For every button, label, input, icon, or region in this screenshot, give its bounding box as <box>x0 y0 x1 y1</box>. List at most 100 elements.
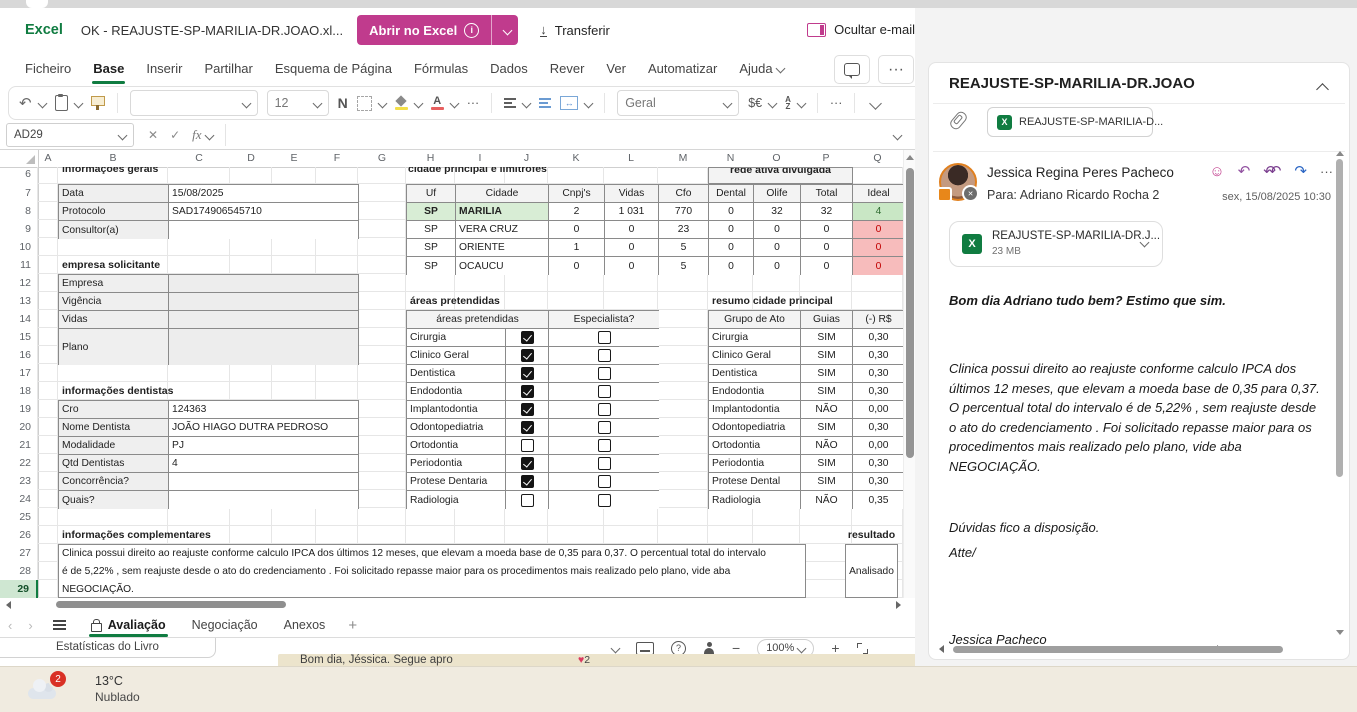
row-header-20[interactable]: 20 <box>0 418 38 436</box>
resumo-guias-cell[interactable]: NÃO <box>801 491 853 509</box>
column-header-I[interactable]: I <box>455 150 505 167</box>
label-cell[interactable]: Consultor(a) <box>59 221 169 239</box>
resumo-valor-cell[interactable]: 0,00 <box>853 437 903 455</box>
bold-button[interactable]: N <box>338 95 348 111</box>
comments-button[interactable] <box>834 55 870 84</box>
chevron-down-icon[interactable] <box>611 643 621 653</box>
area-name-cell[interactable]: Periodontia <box>407 455 506 473</box>
specialist-checkbox-cell[interactable] <box>549 473 659 491</box>
row-header-9[interactable]: 9 <box>0 220 38 238</box>
label-cell[interactable]: Cro <box>59 401 169 419</box>
resumo-guias-cell[interactable]: NÃO <box>801 437 853 455</box>
area-checkbox-cell[interactable] <box>506 347 549 365</box>
scroll-up-icon[interactable] <box>1336 151 1344 156</box>
column-header-N[interactable]: N <box>708 150 753 167</box>
label-cell[interactable]: Vidas <box>59 311 169 329</box>
checkbox-checked[interactable] <box>521 331 534 344</box>
checkbox-unchecked[interactable] <box>521 494 534 507</box>
specialist-checkbox-cell[interactable] <box>549 401 659 419</box>
value-cell[interactable] <box>169 473 358 491</box>
resumo-name-cell[interactable]: Cirurgia <box>709 329 801 347</box>
checkbox-checked[interactable] <box>521 475 534 488</box>
column-header-G[interactable]: G <box>358 150 406 167</box>
value-cell[interactable] <box>169 275 358 293</box>
column-header-E[interactable]: E <box>272 150 316 167</box>
areas-header[interactable]: áreas pretendidas <box>407 311 549 329</box>
scroll-left-icon[interactable] <box>6 601 11 609</box>
cidades-cell[interactable]: SP <box>407 239 456 257</box>
cidades-cell[interactable]: ORIENTE <box>456 239 549 257</box>
add-sheet-button[interactable]: + <box>338 617 367 634</box>
column-header-P[interactable]: P <box>800 150 852 167</box>
row-header-6[interactable]: 6 <box>0 167 38 184</box>
checkbox-unchecked[interactable] <box>598 475 611 488</box>
row-header-28[interactable]: 28 <box>0 562 38 580</box>
reply-icon[interactable]: ↶ <box>1238 162 1251 180</box>
currency-format-button[interactable]: $€ <box>748 96 776 110</box>
weather-temperature[interactable]: 13°C <box>95 674 123 688</box>
resumo-guias-cell[interactable]: SIM <box>801 383 853 401</box>
row-header-16[interactable]: 16 <box>0 346 38 364</box>
cidades-cell[interactable]: SP <box>407 257 456 275</box>
column-header-A[interactable]: A <box>38 150 58 167</box>
resumo-valor-cell[interactable]: 0,35 <box>853 491 903 509</box>
scroll-left-icon[interactable] <box>939 645 944 653</box>
label-cell[interactable]: Nome Dentista <box>59 419 169 437</box>
resumo-name-cell[interactable]: Ortodontia <box>709 437 801 455</box>
column-header-C[interactable]: C <box>168 150 230 167</box>
value-cell[interactable] <box>169 293 358 311</box>
insert-function-button[interactable]: fx <box>192 127 212 143</box>
areas-header[interactable]: Especialista? <box>549 311 659 329</box>
resumo-guias-cell[interactable]: SIM <box>801 455 853 473</box>
row-header-18[interactable]: 18 <box>0 382 38 400</box>
email-hscroll-thumb[interactable] <box>953 646 1283 653</box>
font-color-button[interactable]: A <box>431 96 458 111</box>
cidades-header[interactable]: Dental <box>709 185 754 203</box>
accessibility-icon[interactable] <box>703 642 715 655</box>
column-header-F[interactable]: F <box>316 150 358 167</box>
fullscreen-icon[interactable] <box>857 643 868 654</box>
resumo-name-cell[interactable]: Dentistica <box>709 365 801 383</box>
resumo-guias-cell[interactable]: NÃO <box>801 401 853 419</box>
column-header-B[interactable]: B <box>58 150 168 167</box>
area-name-cell[interactable]: Endodontia <box>407 383 506 401</box>
hide-email-button[interactable]: Ocultar e-mail <box>807 22 915 37</box>
background-message-strip[interactable]: Bom dia, Jéssica. Segue apro ♥2 <box>278 654 935 666</box>
cidades-cell[interactable]: 0 <box>709 257 754 275</box>
ribbon-tab-esquema-de-página[interactable]: Esquema de Página <box>264 54 403 83</box>
ribbon-tab-ver[interactable]: Ver <box>595 54 637 83</box>
resumo-name-cell[interactable]: Endodontia <box>709 383 801 401</box>
all-sheets-icon[interactable] <box>53 620 66 630</box>
column-header-Q[interactable]: Q <box>852 150 903 167</box>
specialist-checkbox-cell[interactable] <box>549 365 659 383</box>
cidades-cell[interactable]: 1 <box>549 239 605 257</box>
formula-input[interactable] <box>225 124 890 146</box>
wrap-text-button[interactable] <box>539 98 551 107</box>
resumo-valor-cell[interactable]: 0,30 <box>853 347 903 365</box>
cidades-cell[interactable]: 23 <box>659 221 709 239</box>
label-cell[interactable]: Modalidade <box>59 437 169 455</box>
value-cell[interactable] <box>169 491 358 509</box>
reply-all-icon[interactable]: ↶↶ <box>1263 162 1274 180</box>
font-more-button[interactable]: ··· <box>467 96 480 110</box>
label-cell[interactable]: Quais? <box>59 491 169 509</box>
column-header-M[interactable]: M <box>658 150 708 167</box>
area-name-cell[interactable]: Implantodontia <box>407 401 506 419</box>
cidades-cell[interactable]: 4 <box>853 203 903 221</box>
font-name-select[interactable] <box>130 90 258 116</box>
download-button[interactable]: ↓ Transferir <box>540 23 610 38</box>
sheet-nav-prev[interactable]: ‹ <box>0 618 20 633</box>
resumo-header[interactable]: (-) R$ <box>853 311 903 329</box>
row-header-10[interactable]: 10 <box>0 238 38 256</box>
value-cell[interactable] <box>169 329 358 365</box>
cidades-header[interactable]: Olife <box>754 185 801 203</box>
cidades-cell[interactable]: 5 <box>659 239 709 257</box>
confirm-entry-button[interactable]: ✓ <box>170 128 180 142</box>
specialist-checkbox-cell[interactable] <box>549 419 659 437</box>
paste-button[interactable] <box>55 95 82 111</box>
sheet-vscroll-thumb[interactable] <box>906 168 914 458</box>
row-header-25[interactable]: 25 <box>0 508 38 526</box>
sort-filter-button[interactable]: AZ <box>785 96 805 111</box>
area-name-cell[interactable]: Dentistica <box>407 365 506 383</box>
sheet-tab-anexos[interactable]: Anexos <box>271 612 339 638</box>
